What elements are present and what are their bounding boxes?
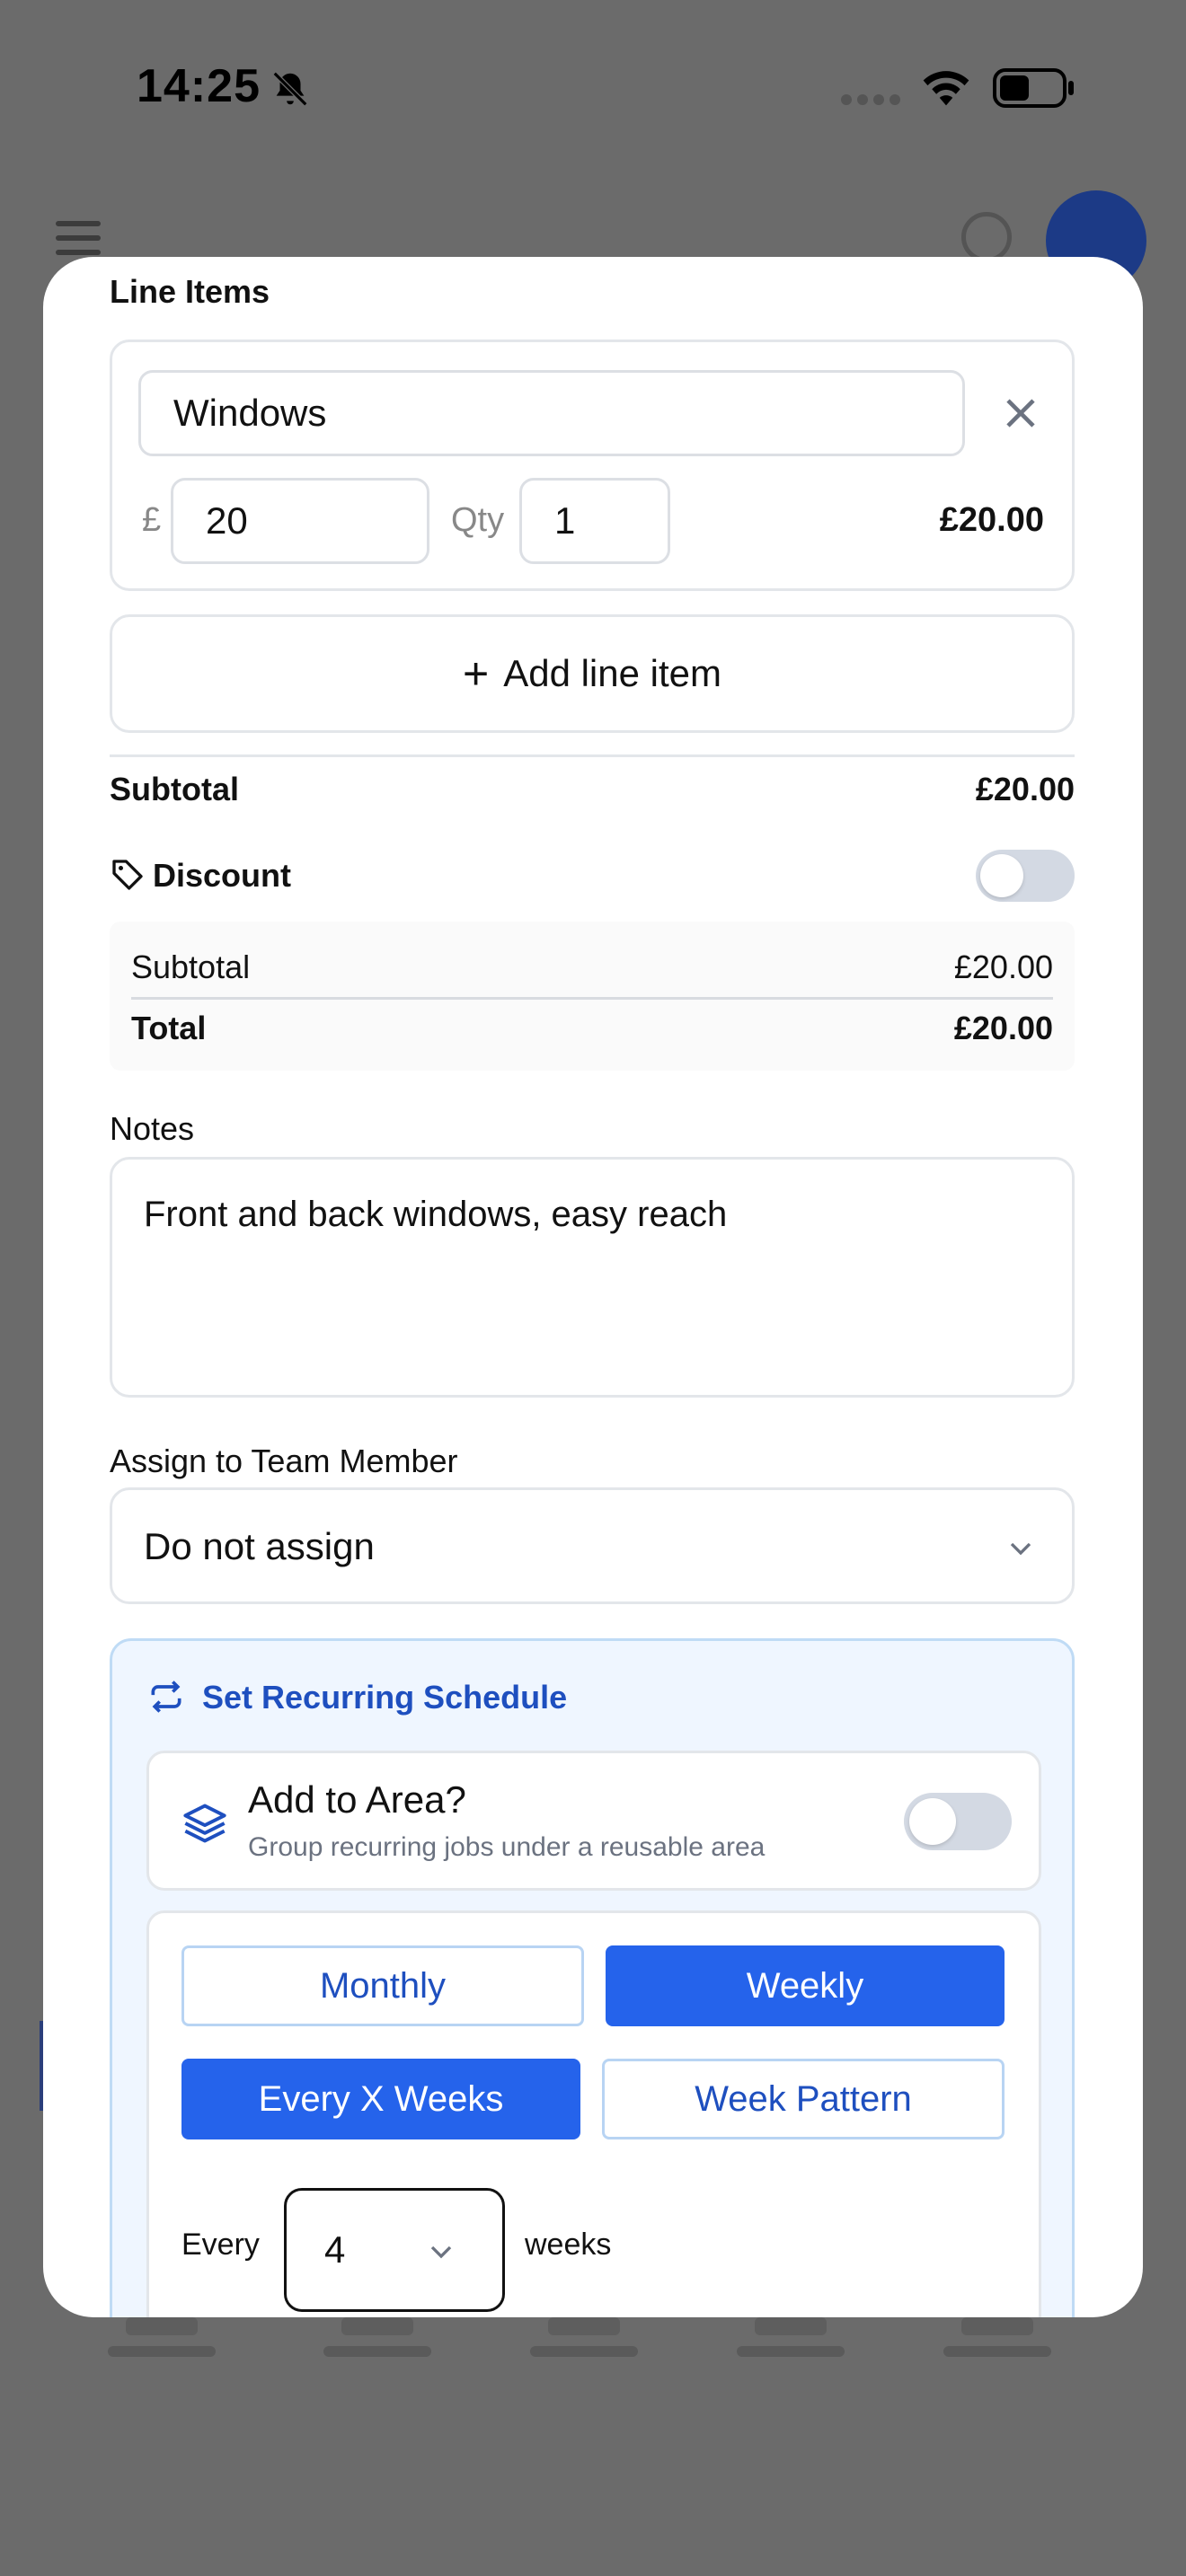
discount-toggle[interactable] xyxy=(976,850,1075,902)
notes-textarea[interactable] xyxy=(110,1157,1075,1398)
discount-label: Discount xyxy=(153,857,292,894)
add-to-area-toggle[interactable] xyxy=(904,1793,1012,1850)
cellular-signal-icon xyxy=(841,93,906,110)
layers-icon xyxy=(183,1804,226,1843)
frequency-every-x-weeks-button[interactable]: Every X Weeks xyxy=(181,2059,580,2139)
add-line-item-label: Add line item xyxy=(503,652,721,694)
status-time: 14:25 xyxy=(137,60,261,112)
wifi-icon xyxy=(923,71,969,106)
summary-total-label: Total xyxy=(131,1010,207,1046)
subtotal-row: Subtotal £20.00 xyxy=(110,771,1075,808)
summary-total-value: £20.00 xyxy=(953,1010,1053,1046)
remove-line-item-close-icon[interactable] xyxy=(996,388,1046,438)
currency-symbol: £ xyxy=(142,501,162,539)
assign-label: Assign to Team Member xyxy=(110,1442,458,1479)
chevron-down-icon xyxy=(430,2245,452,2259)
summary-divider xyxy=(131,997,1053,1000)
line-item-total: £20.00 xyxy=(939,501,1044,539)
menu-icon xyxy=(56,221,101,257)
week-interval-value: 4 xyxy=(324,2228,346,2271)
line-item-qty-input[interactable]: 1 xyxy=(519,478,670,564)
add-to-area-card: Add to Area? Group recurring jobs under … xyxy=(146,1751,1041,1891)
repeat-icon xyxy=(151,1681,181,1713)
qty-label: Qty xyxy=(451,501,505,539)
job-form-sheet: Line Items Windows £ 20 Qty 1 £20.00 + A… xyxy=(43,257,1143,2317)
summary-subtotal-value: £20.00 xyxy=(953,948,1053,985)
battery-icon xyxy=(993,68,1074,108)
assign-selected-value: Do not assign xyxy=(144,1525,375,1567)
tag-icon xyxy=(112,860,143,890)
notes-label: Notes xyxy=(110,1110,195,1147)
every-label: Every xyxy=(181,2228,260,2262)
chevron-down-icon xyxy=(1010,1542,1031,1556)
status-bar: 14:25 xyxy=(0,0,1186,171)
subtotal-value: £20.00 xyxy=(975,771,1075,807)
subtotal-label: Subtotal xyxy=(110,771,239,807)
plus-icon: + xyxy=(463,648,490,699)
frequency-week-pattern-button[interactable]: Week Pattern xyxy=(602,2059,1005,2139)
recurring-schedule-title[interactable]: Set Recurring Schedule xyxy=(202,1679,567,1716)
weeks-label: weeks xyxy=(525,2228,612,2262)
notification-icon xyxy=(961,212,1012,262)
week-interval-select[interactable]: 4 xyxy=(284,2188,505,2312)
recurring-schedule-card: Set Recurring Schedule Add to Area? Grou… xyxy=(110,1638,1075,2317)
frequency-weekly-button[interactable]: Weekly xyxy=(606,1945,1005,2026)
notes-text: Front and back windows, easy reach xyxy=(144,1195,728,1234)
add-to-area-subtitle: Group recurring jobs under a reusable ar… xyxy=(248,1832,766,1862)
divider xyxy=(110,754,1075,757)
line-item-name-input[interactable]: Windows xyxy=(138,370,965,456)
line-item-price-input[interactable]: 20 xyxy=(171,478,429,564)
frequency-card: Monthly Weekly Every X Weeks Week Patter… xyxy=(146,1910,1041,2317)
add-line-item-button[interactable]: + Add line item xyxy=(110,614,1075,733)
add-to-area-title: Add to Area? xyxy=(248,1778,466,1821)
discount-row: Discount xyxy=(110,850,1075,907)
frequency-monthly-button[interactable]: Monthly xyxy=(181,1945,584,2026)
line-items-label: Line Items xyxy=(110,273,270,310)
totals-summary: Subtotal £20.00 Total £20.00 xyxy=(110,922,1075,1071)
summary-subtotal-label: Subtotal xyxy=(131,948,251,985)
bell-muted-icon xyxy=(272,71,308,107)
